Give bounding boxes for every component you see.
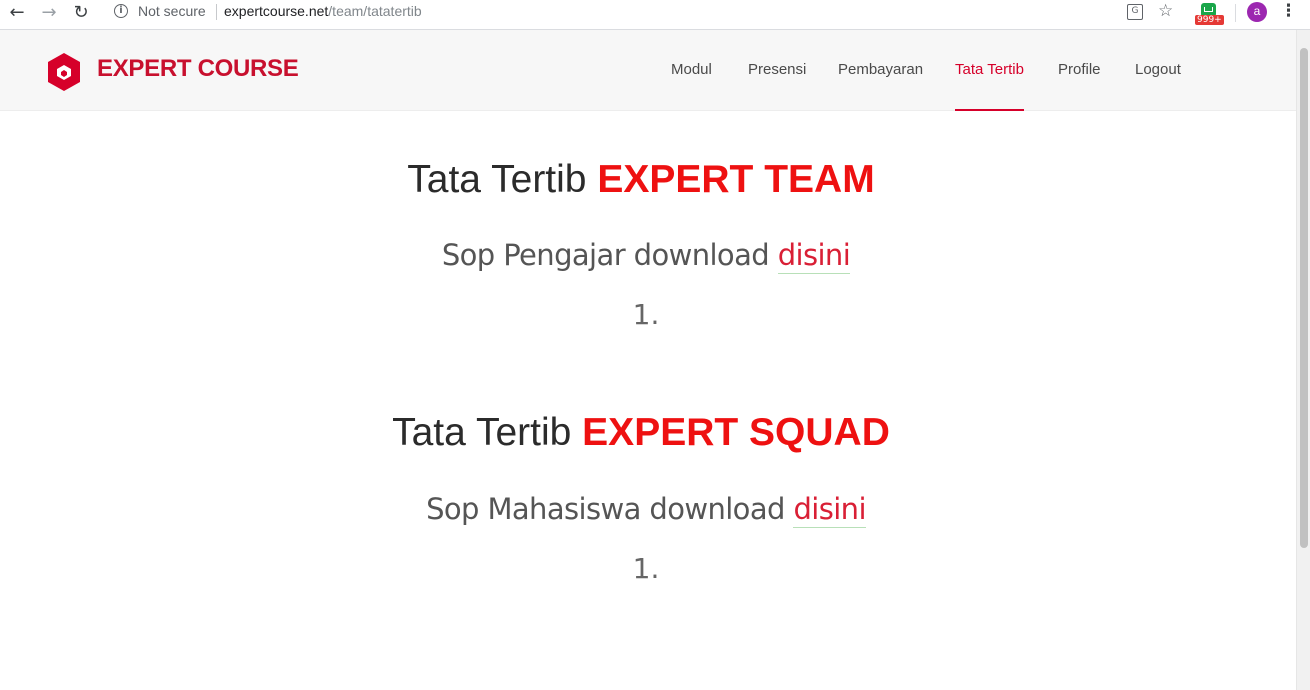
section-title-expert-squad: Tata Tertib EXPERT SQUAD (0, 411, 1282, 455)
toolbar-divider (1235, 4, 1236, 22)
nav-item-presensi[interactable]: Presensi (748, 61, 806, 78)
forward-arrow-icon[interactable]: → (38, 0, 60, 24)
scrollbar-thumb[interactable] (1300, 48, 1308, 548)
sop-text: Sop Pengajar download (441, 238, 770, 272)
brand-logo-icon[interactable] (46, 52, 82, 92)
url-path: /team/tatatertib (328, 3, 422, 19)
security-label[interactable]: Not secure (138, 3, 206, 19)
sop-download-line: Sop Mahasiswa download disini (0, 492, 1292, 528)
nav-item-modul[interactable]: Modul (671, 61, 712, 78)
url-text[interactable]: expertcourse.net/team/tatatertib (224, 3, 422, 19)
omnibox-divider (216, 4, 217, 20)
address-bar[interactable]: i Not secure expertcourse.net/team/tatat… (104, 0, 1114, 24)
nav-item-profile[interactable]: Profile (1058, 61, 1101, 78)
bookmark-star-icon[interactable]: ☆ (1158, 1, 1173, 21)
list-item-number: 1. (632, 552, 660, 585)
extension-icon[interactable]: 999+ (1195, 3, 1224, 27)
extension-badge: 999+ (1195, 15, 1224, 25)
browser-toolbar: ← → ↻ i Not secure expertcourse.net/team… (0, 0, 1310, 30)
nav-item-tata-tertib[interactable]: Tata Tertib (955, 61, 1024, 78)
section-title-prefix: Tata Tertib (392, 411, 572, 454)
sop-text: Sop Mahasiswa download (426, 492, 785, 526)
translate-icon[interactable]: G (1127, 4, 1143, 20)
main-content: Tata Tertib EXPERT TEAM Sop Pengajar dow… (0, 111, 1296, 690)
back-arrow-icon[interactable]: ← (6, 0, 28, 24)
list-item-number: 1. (632, 298, 660, 331)
section-title-prefix: Tata Tertib (407, 158, 587, 201)
profile-avatar[interactable]: a (1247, 2, 1267, 22)
brand-name[interactable]: EXPERT COURSE (97, 55, 299, 83)
browser-menu-icon[interactable]: ⋮ (1280, 1, 1297, 21)
sop-download-line: Sop Pengajar download disini (0, 238, 1292, 274)
info-icon[interactable]: i (114, 4, 128, 18)
nav-item-logout[interactable]: Logout (1135, 61, 1181, 78)
site-header: EXPERT COURSE Modul Presensi Pembayaran … (0, 30, 1296, 111)
reload-icon[interactable]: ↻ (70, 0, 92, 24)
section-title-accent: EXPERT TEAM (597, 158, 875, 201)
nav-item-pembayaran[interactable]: Pembayaran (838, 61, 923, 78)
download-link[interactable]: disini (793, 492, 867, 528)
section-title-expert-team: Tata Tertib EXPERT TEAM (0, 158, 1282, 202)
url-host: expertcourse.net (224, 3, 329, 19)
page-scrollbar[interactable] (1296, 30, 1310, 690)
section-title-accent: EXPERT SQUAD (582, 411, 890, 454)
download-link[interactable]: disini (777, 238, 851, 274)
